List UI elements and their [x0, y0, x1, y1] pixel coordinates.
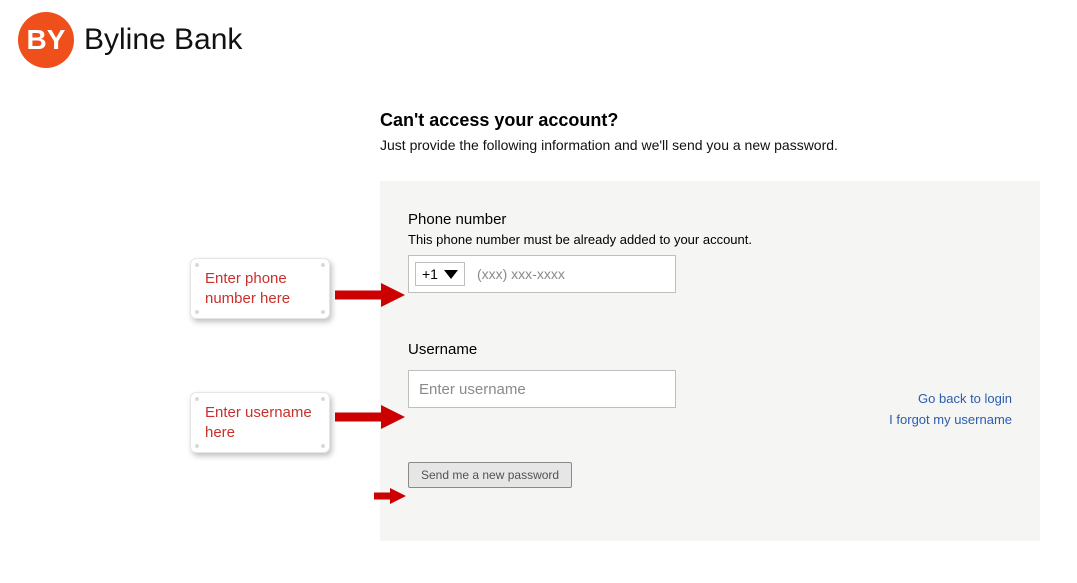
page-heading: Can't access your account?: [380, 110, 1040, 131]
phone-input-group: +1: [408, 255, 676, 293]
arrow-icon: [335, 402, 405, 432]
arrow-icon: [374, 487, 406, 505]
brand-name: Byline Bank: [84, 23, 242, 57]
brand-logo-icon: BY: [18, 12, 74, 68]
phone-hint: This phone number must be already added …: [408, 232, 1012, 247]
form-card: Phone number This phone number must be a…: [380, 181, 1040, 541]
annotation-phone-callout: Enter phone number here: [190, 258, 330, 319]
phone-label: Phone number: [408, 211, 1012, 228]
go-back-login-link[interactable]: Go back to login: [889, 391, 1012, 406]
annotation-username-text: Enter username here: [205, 404, 312, 441]
brand-logo-initials: BY: [27, 24, 66, 56]
annotation-username-callout: Enter username here: [190, 392, 330, 453]
send-password-button[interactable]: Send me a new password: [408, 462, 572, 488]
chevron-down-icon: [444, 270, 458, 279]
arrow-icon: [335, 280, 405, 310]
forgot-username-link[interactable]: I forgot my username: [889, 412, 1012, 427]
annotation-phone-text: Enter phone number here: [205, 270, 290, 307]
brand-header: BY Byline Bank: [0, 0, 1077, 80]
country-code-select[interactable]: +1: [415, 262, 465, 286]
phone-input[interactable]: [471, 256, 675, 292]
page-subtext: Just provide the following information a…: [380, 137, 1040, 153]
username-label: Username: [408, 341, 1012, 358]
username-input[interactable]: [408, 370, 676, 408]
country-code-value: +1: [422, 266, 438, 282]
